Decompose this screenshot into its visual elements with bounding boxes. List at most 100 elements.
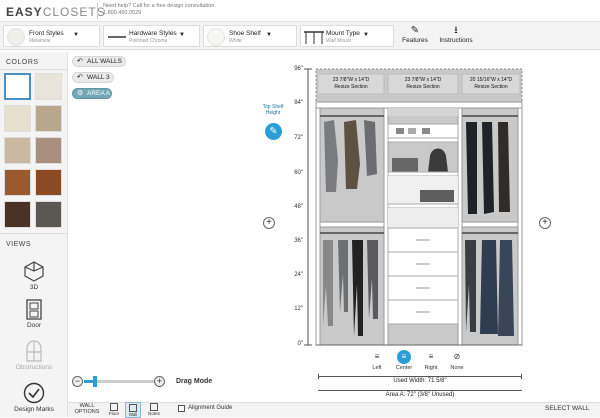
- align-none-button[interactable]: ⊘ None: [447, 350, 467, 371]
- resize-section-link[interactable]: Resize Section: [388, 84, 458, 91]
- view-design-marks-button[interactable]: Design Marks: [0, 382, 68, 413]
- alignment-guide-checkbox[interactable]: [178, 405, 185, 412]
- item: [396, 128, 404, 134]
- section-dim: 23 7/8"W x 14"D: [332, 77, 370, 83]
- shelf[interactable]: [387, 137, 459, 143]
- help-phone[interactable]: 1.800.450.0529: [103, 10, 216, 17]
- area-width-line: [318, 390, 522, 391]
- resize-section-link[interactable]: Resize Section: [318, 84, 384, 91]
- section-dimension-3[interactable]: 20 15/16"W x 14"D Resize Section: [462, 77, 520, 91]
- shelf[interactable]: [319, 221, 385, 228]
- front-styles-select[interactable]: Front Styles Melamine ▼: [3, 25, 100, 47]
- closet-panel[interactable]: [517, 101, 523, 346]
- shelf[interactable]: [461, 221, 519, 228]
- folded-clothes: [420, 190, 454, 202]
- color-swatch[interactable]: [35, 73, 62, 100]
- used-width-line: [318, 376, 522, 377]
- area-width-label: Area A: 72" (3/8" Unused): [385, 392, 455, 398]
- view-3d-button[interactable]: 3D: [0, 260, 68, 291]
- align-center-button[interactable]: ≡ Center: [393, 350, 415, 371]
- pencil-icon: ✎: [410, 25, 420, 36]
- no-align-icon: ⊘: [453, 352, 461, 361]
- zoom-in-button[interactable]: +: [154, 376, 165, 387]
- chevron-down-icon: ▼: [266, 32, 272, 38]
- wall-label: Wall: [128, 412, 138, 417]
- shelf[interactable]: [387, 203, 459, 209]
- download-icon: ⭳: [454, 25, 458, 36]
- align-center-icon: ≡: [397, 350, 411, 364]
- align-label: Right: [424, 365, 438, 371]
- logo[interactable]: EASYCLOSETS: [6, 5, 106, 19]
- color-swatch[interactable]: [35, 137, 62, 164]
- color-swatch[interactable]: [35, 105, 62, 132]
- view-label: Obstructions: [15, 364, 53, 371]
- floor-label: Floor: [108, 411, 120, 416]
- add-section-right-button[interactable]: +: [539, 217, 551, 229]
- top-shelf-height-button[interactable]: ✎: [265, 123, 282, 140]
- shoe-shelf-select[interactable]: Shoe Shelf White ▼: [203, 25, 297, 47]
- color-swatch[interactable]: [4, 201, 31, 228]
- shelf[interactable]: [387, 171, 459, 177]
- features-button[interactable]: ✎ Features: [399, 25, 431, 44]
- align-right-button[interactable]: ≡ Right: [421, 350, 441, 371]
- resize-section-link[interactable]: Resize Section: [462, 84, 520, 91]
- instructions-button[interactable]: ⭳ Instructions: [436, 25, 476, 44]
- shirt: [498, 240, 514, 336]
- wall-3-button[interactable]: ↶ WALL 3: [72, 72, 114, 83]
- color-swatch[interactable]: [35, 201, 62, 228]
- color-swatch[interactable]: [4, 169, 31, 196]
- divider: [0, 233, 68, 234]
- align-label: Center: [395, 365, 413, 371]
- views-heading: VIEWS: [6, 241, 32, 248]
- shirt: [480, 240, 498, 334]
- color-swatch[interactable]: [35, 169, 62, 196]
- view-label: 3D: [29, 284, 39, 291]
- minus-icon: −: [74, 376, 81, 386]
- back-arrow-icon: ↶: [77, 74, 83, 81]
- zoom-slider-handle[interactable]: [92, 376, 97, 387]
- alignment-guide-label[interactable]: Alignment Guide: [188, 405, 232, 411]
- all-walls-button[interactable]: ↶ ALL WALLS: [72, 56, 126, 67]
- section-dimension-1[interactable]: 23 7/8"W x 14"D Resize Section: [318, 77, 384, 91]
- colors-heading: COLORS: [6, 59, 39, 66]
- notes-label: Notes: [148, 411, 160, 416]
- pants: [465, 240, 476, 332]
- top-shelf[interactable]: [315, 101, 523, 109]
- drag-mode-label[interactable]: Drag Mode: [176, 378, 212, 385]
- align-left-button[interactable]: ≡ Left: [367, 350, 387, 371]
- pill-label: ALL WALLS: [87, 58, 122, 65]
- front-style-swatch: [7, 28, 25, 46]
- ruler: [304, 68, 312, 346]
- gear-icon: ⚙: [77, 90, 84, 97]
- color-swatch[interactable]: [4, 73, 31, 100]
- floor-button[interactable]: Floor: [106, 402, 122, 416]
- color-swatch[interactable]: [4, 137, 31, 164]
- select-wall-button[interactable]: SELECT WALL: [545, 405, 589, 412]
- area-a-button[interactable]: ⚙ AREA A: [72, 88, 112, 99]
- color-swatch[interactable]: [4, 105, 31, 132]
- section-dimension-2[interactable]: 23 7/8"W x 14"D Resize Section: [388, 77, 458, 91]
- closet-panel[interactable]: [383, 101, 389, 346]
- features-label: Features: [402, 37, 428, 44]
- chevron-down-icon: ▼: [363, 32, 369, 38]
- add-section-left-button[interactable]: +: [263, 217, 275, 229]
- closet-panel[interactable]: [457, 101, 463, 346]
- view-door-button[interactable]: Door: [0, 298, 68, 329]
- wall-mount-icon: [304, 31, 324, 44]
- window-icon: [26, 340, 42, 362]
- mount-type-select[interactable]: Mount Type Wall Mount ▼: [300, 25, 394, 47]
- closet-panel[interactable]: [315, 101, 321, 346]
- cubby: [388, 208, 458, 228]
- zoom-slider-track[interactable]: [84, 376, 156, 387]
- view-obstructions-button[interactable]: Obstructions: [0, 340, 68, 371]
- option-value: Polished Chrome: [129, 38, 168, 44]
- option-title: Mount Type: [326, 30, 360, 37]
- wall-button[interactable]: Wall: [125, 402, 141, 418]
- view-label: Design Marks: [14, 406, 54, 413]
- option-title: Front Styles: [29, 30, 64, 37]
- zoom-out-button[interactable]: −: [72, 376, 83, 387]
- notes-icon: [150, 403, 158, 411]
- notes-button[interactable]: Notes: [145, 402, 163, 416]
- suit: [498, 122, 510, 212]
- hardware-styles-select[interactable]: Hardware Styles Polished Chrome ▼: [103, 25, 200, 47]
